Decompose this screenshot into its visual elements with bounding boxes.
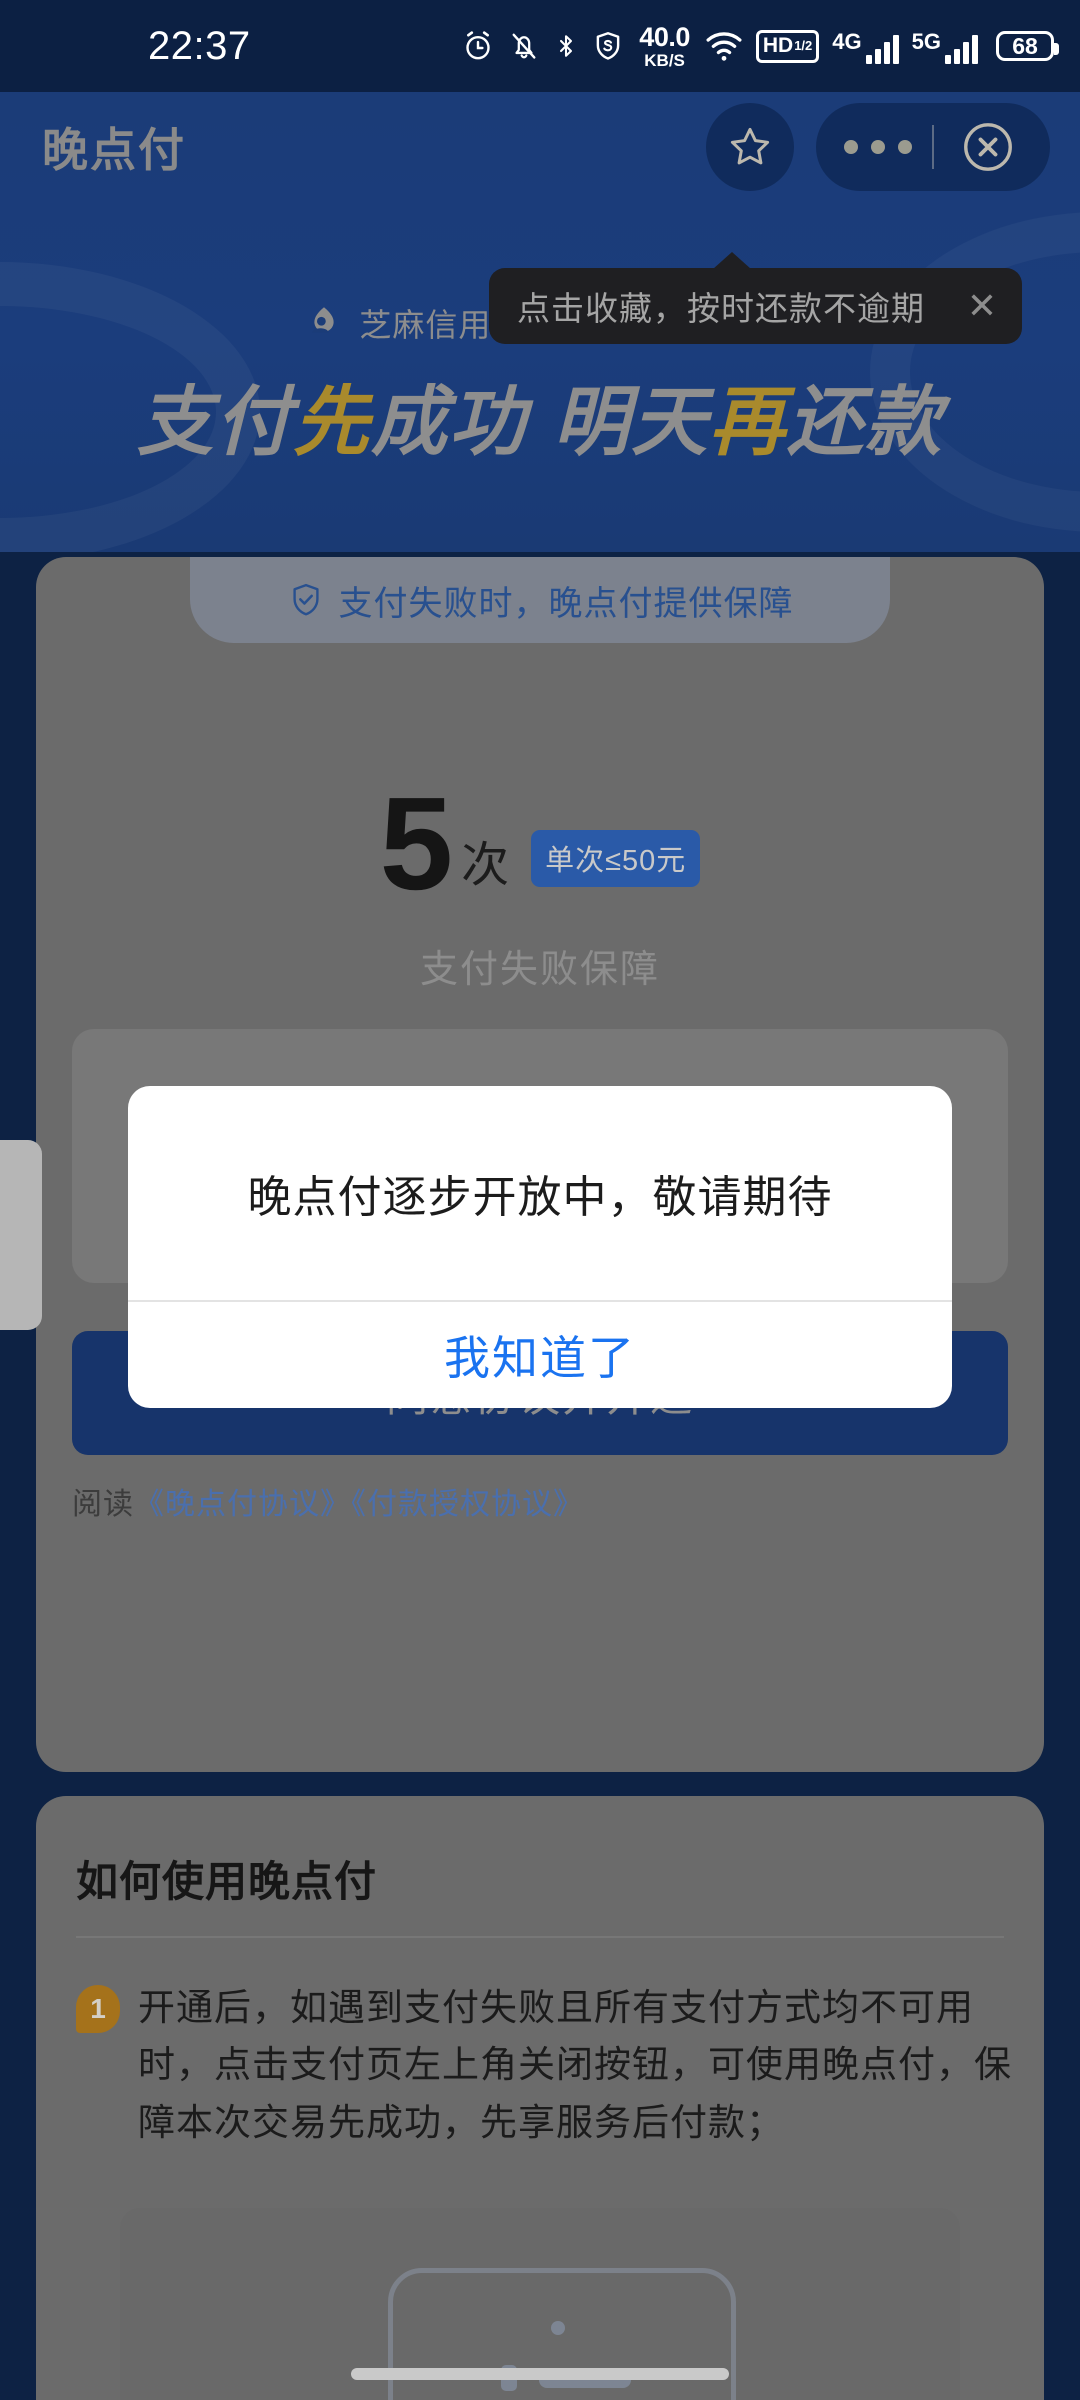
info-dialog: 晚点付逐步开放中，敬请期待 我知道了	[128, 1086, 952, 1408]
home-indicator[interactable]	[351, 2368, 729, 2380]
dialog-confirm-button[interactable]: 我知道了	[128, 1302, 952, 1408]
dialog-message: 晚点付逐步开放中，敬请期待	[247, 1173, 833, 1222]
system-nav-bar	[0, 2348, 1080, 2400]
